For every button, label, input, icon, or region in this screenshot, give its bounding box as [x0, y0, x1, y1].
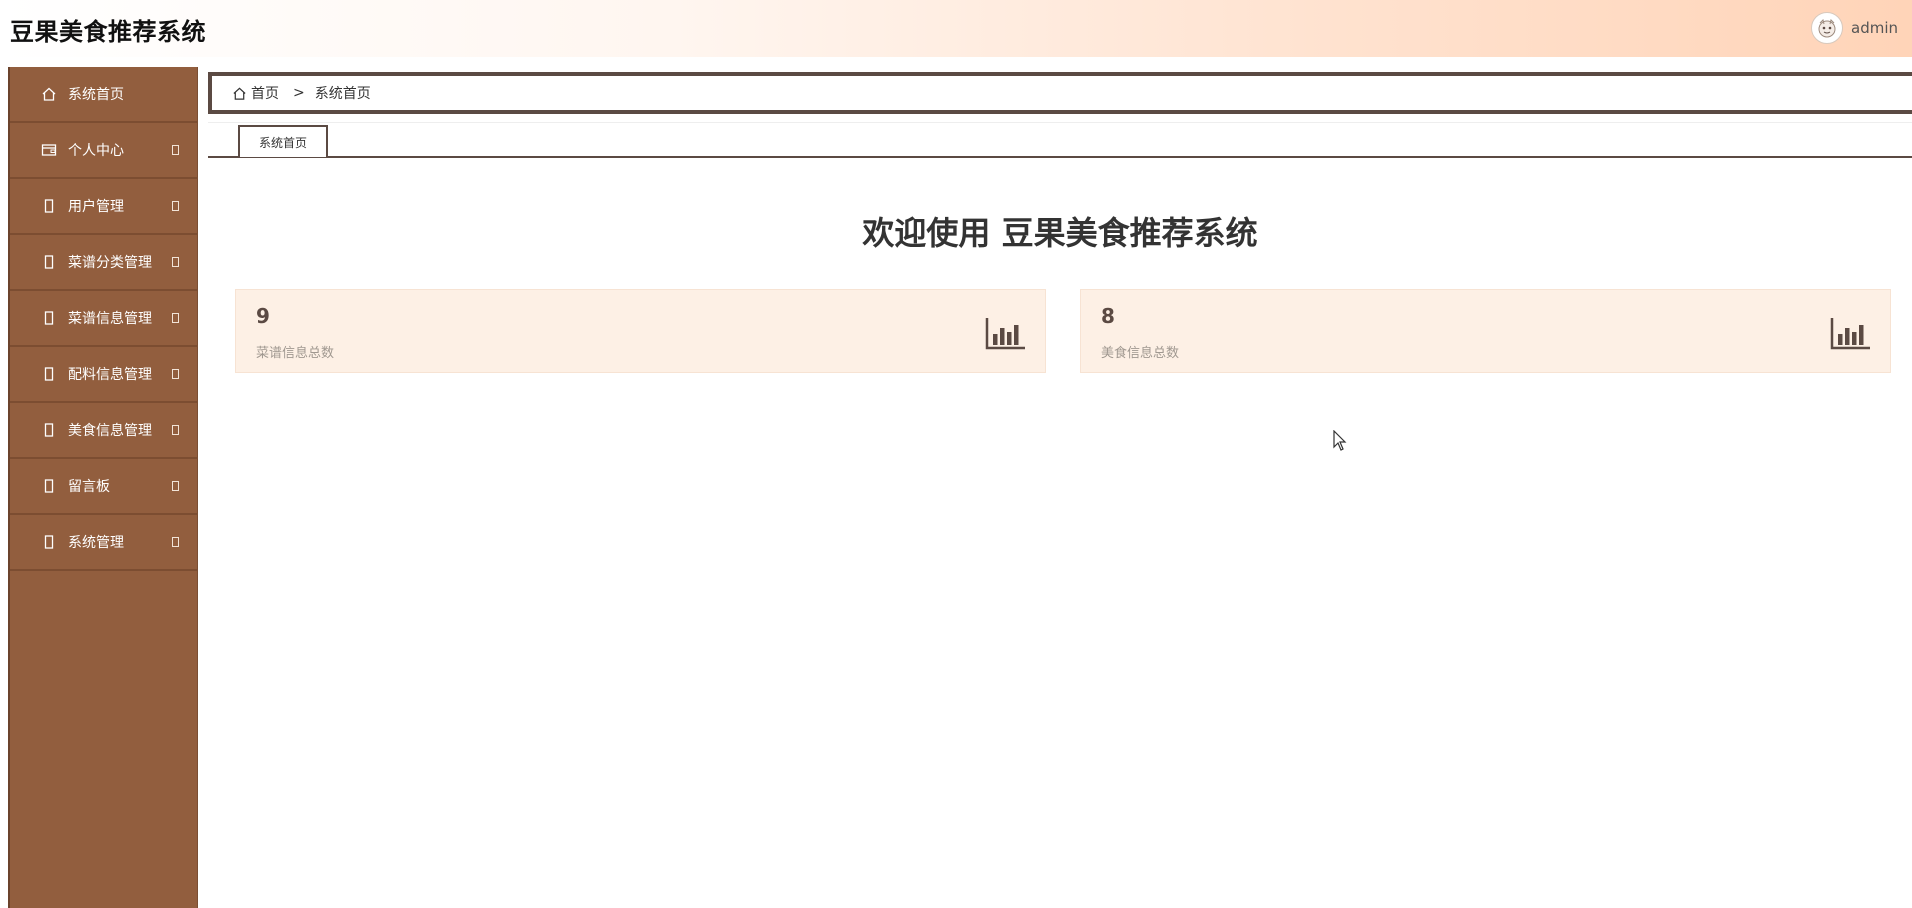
sidebar-item-label: 系统首页 — [68, 87, 124, 103]
sidebar-item-recipe-category[interactable]: 菜谱分类管理 — [10, 235, 197, 291]
expand-arrow-icon — [172, 145, 179, 155]
username[interactable]: admin — [1851, 19, 1898, 37]
box-icon — [40, 309, 58, 327]
breadcrumb: 首页 > 系统首页 — [208, 72, 1912, 114]
breadcrumb-current: 系统首页 — [314, 86, 371, 102]
sidebar-item-label: 菜谱分类管理 — [68, 255, 152, 271]
sidebar-item-label: 菜谱信息管理 — [68, 311, 152, 327]
box-icon — [40, 253, 58, 271]
sidebar-item-message-board[interactable]: 留言板 — [10, 459, 197, 515]
bar-chart-icon — [1830, 316, 1872, 354]
user-menu[interactable]: admin — [1811, 12, 1898, 44]
app-title: 豆果美食推荐系统 — [10, 18, 206, 46]
breadcrumb-separator: > — [293, 85, 305, 101]
bar-chart-icon — [985, 316, 1027, 354]
tab-bar: 系统首页 — [208, 122, 1912, 158]
box-icon — [40, 421, 58, 439]
sidebar-item-label: 配料信息管理 — [68, 367, 152, 383]
sidebar-item-label: 系统管理 — [68, 535, 124, 551]
avatar[interactable] — [1811, 12, 1843, 44]
sidebar-item-label: 留言板 — [68, 479, 110, 495]
sidebar-item-ingredient-info[interactable]: 配料信息管理 — [10, 347, 197, 403]
home-icon[interactable] — [232, 86, 247, 101]
stat-card-foods: 8 美食信息总数 — [1080, 289, 1891, 373]
box-icon — [40, 533, 58, 551]
stat-label: 美食信息总数 — [1101, 346, 1180, 361]
sidebar-item-users[interactable]: 用户管理 — [10, 179, 197, 235]
sidebar: 系统首页 个人中心 用户管理 菜谱分类管理 菜谱信息管理 配料信息管理 美食信息… — [8, 67, 198, 908]
top-header: 豆果美食推荐系统 admin — [0, 0, 1912, 57]
sidebar-item-label: 个人中心 — [68, 143, 124, 159]
sidebar-item-recipe-info[interactable]: 菜谱信息管理 — [10, 291, 197, 347]
expand-arrow-icon — [172, 369, 179, 379]
stat-count: 8 — [1101, 304, 1115, 328]
expand-arrow-icon — [172, 313, 179, 323]
welcome-title: 欢迎使用 豆果美食推荐系统 — [862, 214, 1258, 252]
sidebar-item-label: 美食信息管理 — [68, 423, 152, 439]
box-icon — [40, 365, 58, 383]
expand-arrow-icon — [172, 201, 179, 211]
home-icon — [40, 85, 58, 103]
sidebar-item-food-info[interactable]: 美食信息管理 — [10, 403, 197, 459]
sidebar-item-label: 用户管理 — [68, 199, 124, 215]
avatar-icon — [1818, 19, 1836, 38]
box-icon — [40, 197, 58, 215]
breadcrumb-home-link[interactable]: 首页 — [251, 83, 279, 103]
wallet-icon — [40, 141, 58, 159]
sidebar-item-profile[interactable]: 个人中心 — [10, 123, 197, 179]
sidebar-item-system[interactable]: 系统管理 — [10, 515, 197, 571]
stat-label: 菜谱信息总数 — [256, 346, 335, 361]
mouse-cursor-icon — [1333, 429, 1347, 456]
expand-arrow-icon — [172, 481, 179, 491]
box-icon — [40, 477, 58, 495]
expand-arrow-icon — [172, 425, 179, 435]
tab-system-home[interactable]: 系统首页 — [238, 125, 328, 157]
expand-arrow-icon — [172, 257, 179, 267]
stat-count: 9 — [256, 304, 270, 328]
expand-arrow-icon — [172, 537, 179, 547]
sidebar-item-home[interactable]: 系统首页 — [10, 67, 197, 123]
stat-card-recipes: 9 菜谱信息总数 — [235, 289, 1046, 373]
